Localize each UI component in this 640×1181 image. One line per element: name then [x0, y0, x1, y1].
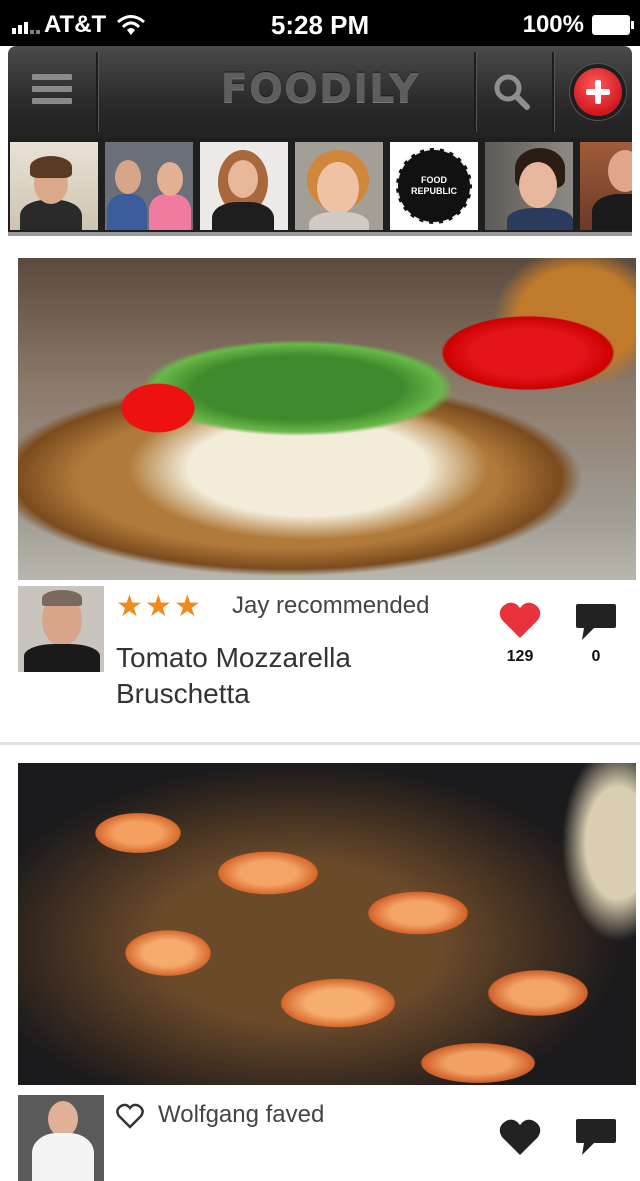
- avatar-user-1[interactable]: [10, 142, 98, 230]
- food-republic-logo: FOOD REPUBLIC: [396, 148, 472, 224]
- battery-label: 100%: [522, 11, 584, 38]
- avatar-user-4[interactable]: [295, 142, 383, 230]
- dish-title[interactable]: Tomato Mozzarella Bruschetta: [116, 640, 416, 712]
- nav-bar: FOODILY: [8, 46, 632, 138]
- avatar-user-5[interactable]: [485, 142, 573, 230]
- star-icon: ★: [173, 589, 201, 624]
- nav-divider: [552, 52, 555, 132]
- heart-outline-icon: [116, 1103, 144, 1129]
- curator-avatar[interactable]: [18, 1095, 104, 1181]
- avatar-strip[interactable]: FOOD REPUBLIC: [8, 138, 632, 236]
- feed-card[interactable]: Wolfgang faved: [0, 742, 640, 1181]
- comment-count: 0: [591, 648, 601, 665]
- rating-stars: ★ ★ ★: [116, 592, 201, 622]
- heart-icon[interactable]: [498, 1117, 542, 1157]
- app-logo: FOODILY: [220, 66, 420, 112]
- nav-divider: [474, 52, 477, 132]
- star-icon: ★: [144, 589, 172, 624]
- comment-icon[interactable]: [574, 1117, 618, 1157]
- like-count: 129: [506, 648, 534, 665]
- activity-text: Jay recommended: [232, 592, 430, 619]
- curator-avatar[interactable]: [18, 586, 104, 672]
- food-photo[interactable]: [18, 258, 636, 580]
- heart-icon[interactable]: [498, 600, 542, 640]
- add-button[interactable]: [574, 68, 622, 116]
- avatar-user-3[interactable]: [200, 142, 288, 230]
- activity-text: Wolfgang faved: [158, 1101, 325, 1128]
- avatar-user-2[interactable]: [105, 142, 193, 230]
- feed-card[interactable]: ★ ★ ★ Jay recommended Tomato Mozzarella …: [0, 236, 640, 742]
- battery-icon: [592, 15, 634, 35]
- battery-group: 100%: [522, 11, 634, 39]
- comment-icon[interactable]: [574, 602, 618, 642]
- status-bar: AT&T 5:28 PM 100%: [0, 0, 640, 46]
- avatar-user-6[interactable]: [580, 142, 632, 230]
- avatar-food-republic[interactable]: FOOD REPUBLIC: [390, 142, 478, 230]
- star-icon: ★: [116, 589, 143, 624]
- search-icon[interactable]: [492, 72, 532, 112]
- food-photo[interactable]: [18, 763, 636, 1085]
